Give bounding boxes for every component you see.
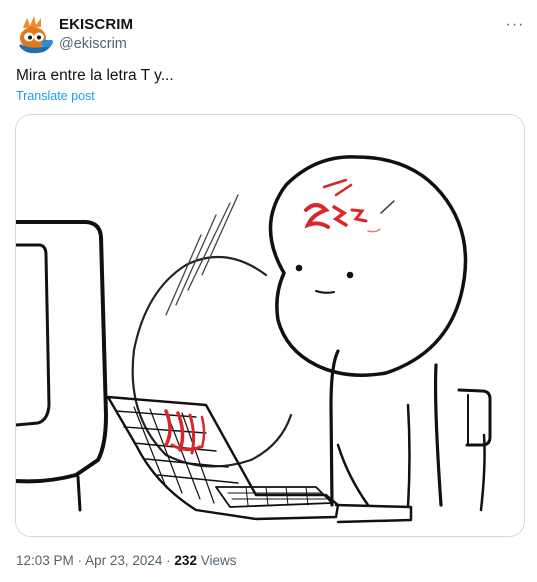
author-handle[interactable]: @ekiscrim [59,36,127,52]
more-horizontal-icon: ··· [505,16,525,33]
meta-separator: · [77,553,83,568]
author-display-name[interactable]: EKISCRIM [59,16,133,33]
more-options-button[interactable]: ··· [500,10,530,40]
translate-post-link[interactable]: Translate post [16,89,95,103]
meme-image-head-on-keyboard [16,115,524,536]
meta-separator: · [166,553,171,568]
post-text: Mira entre la letra T y... [16,67,174,84]
views-count: 232 [174,553,197,568]
post-date[interactable]: Apr 23, 2024 [85,553,162,568]
tweet-card: EKISCRIM @ekiscrim ··· Mira entre la let… [0,0,537,582]
post-media-image[interactable] [15,114,525,537]
cartoon-avatar-icon [15,14,55,54]
post-meta: 12:03 PM · Apr 23, 2024 · 232 Views [16,553,237,568]
post-time[interactable]: 12:03 PM [16,553,74,568]
views-label: Views [200,553,237,568]
author-avatar[interactable] [15,14,55,54]
